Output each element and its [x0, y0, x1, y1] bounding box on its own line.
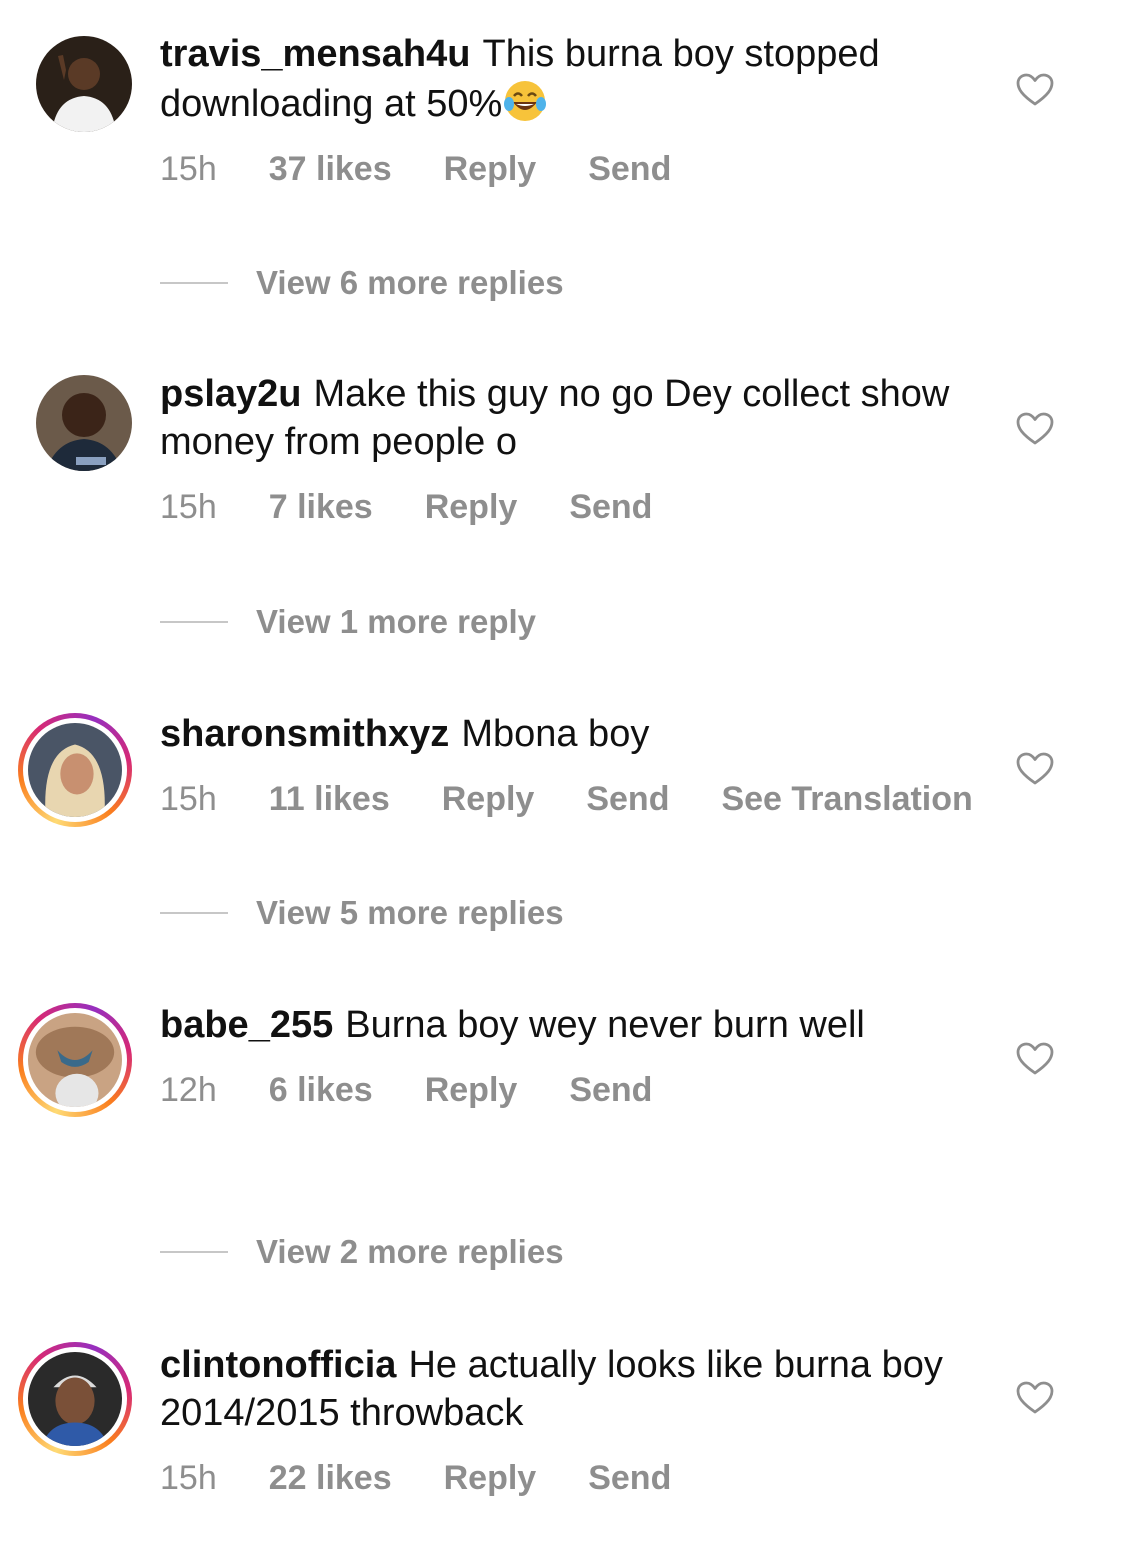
comment-meta: 12h 6 likes Reply Send [160, 1071, 990, 1110]
avatar-image-sharon [28, 723, 122, 817]
like-heart-icon[interactable] [1016, 1381, 1054, 1415]
likes-count[interactable]: 7 likes [269, 488, 373, 527]
view-replies-button[interactable]: View 5 more replies [160, 894, 564, 932]
send-button[interactable]: Send [588, 1459, 671, 1498]
view-replies-button[interactable]: View 1 more reply [160, 603, 536, 641]
laughing-tears-emoji-icon [504, 81, 547, 121]
comment-meta: 15h 37 likes Reply Send [160, 150, 990, 189]
comment-time: 15h [160, 150, 217, 188]
reply-button[interactable]: Reply [442, 780, 535, 819]
view-replies-label[interactable]: View 2 more replies [256, 1233, 564, 1271]
view-replies-button[interactable]: View 2 more replies [160, 1233, 564, 1271]
comment-username[interactable]: sharonsmithxyz [160, 713, 449, 755]
send-button[interactable]: Send [569, 1071, 652, 1110]
view-replies-label[interactable]: View 6 more replies [256, 264, 564, 302]
avatar-story-ring[interactable] [18, 713, 132, 827]
replies-divider [160, 1251, 228, 1253]
comment-time: 15h [160, 780, 217, 818]
see-translation-button[interactable]: See Translation [721, 780, 972, 819]
avatar-image-babe [28, 1013, 122, 1107]
likes-count[interactable]: 11 likes [269, 780, 390, 819]
reply-button[interactable]: Reply [425, 488, 518, 527]
comment-time: 15h [160, 488, 217, 526]
comment-username[interactable]: pslay2u [160, 373, 302, 415]
avatar-story-ring[interactable] [18, 1342, 132, 1456]
view-replies-label[interactable]: View 5 more replies [256, 894, 564, 932]
avatar-image-clinton [28, 1352, 122, 1446]
likes-count[interactable]: 37 likes [269, 150, 392, 189]
replies-divider [160, 912, 228, 914]
avatar-image-travis [36, 36, 132, 132]
avatar-story-ring[interactable] [18, 1003, 132, 1117]
like-heart-icon[interactable] [1016, 412, 1054, 446]
comment-meta: 15h 11 likes Reply Send See Translation [160, 780, 990, 819]
send-button[interactable]: Send [588, 150, 671, 189]
like-heart-icon[interactable] [1016, 752, 1054, 786]
reply-button[interactable]: Reply [425, 1071, 518, 1110]
likes-count[interactable]: 6 likes [269, 1071, 373, 1110]
like-heart-icon[interactable] [1016, 73, 1054, 107]
comment-body-text: Mbona boy [461, 713, 650, 755]
comment-meta: 15h 7 likes Reply Send [160, 488, 990, 527]
comment-time: 15h [160, 1459, 217, 1497]
comment-username[interactable]: babe_255 [160, 1004, 333, 1046]
avatar-image-pslay [36, 375, 132, 471]
reply-button[interactable]: Reply [444, 1459, 537, 1498]
comment-text: pslay2u Make this guy no go Dey collect s… [160, 370, 990, 466]
comment-text: travis_mensah4u This burna boy stopped do… [160, 30, 990, 128]
view-replies-button[interactable]: View 6 more replies [160, 264, 564, 302]
view-replies-label[interactable]: View 1 more reply [256, 603, 536, 641]
reply-button[interactable]: Reply [444, 150, 537, 189]
replies-divider [160, 621, 228, 623]
comment-text: clintonofficia He actually looks like bur… [160, 1341, 990, 1437]
likes-count[interactable]: 22 likes [269, 1459, 392, 1498]
send-button[interactable]: Send [586, 780, 669, 819]
comment-text: sharonsmithxyz Mbona boy [160, 710, 990, 758]
comment-body-text: Burna boy wey never burn well [345, 1004, 865, 1046]
comment-username[interactable]: clintonofficia [160, 1344, 396, 1386]
comment-meta: 15h 22 likes Reply Send [160, 1459, 990, 1498]
like-heart-icon[interactable] [1016, 1042, 1054, 1076]
avatar[interactable] [36, 36, 132, 132]
send-button[interactable]: Send [569, 488, 652, 527]
replies-divider [160, 282, 228, 284]
avatar[interactable] [36, 375, 132, 471]
comment-username[interactable]: travis_mensah4u [160, 33, 471, 75]
comment-time: 12h [160, 1071, 217, 1109]
comment-text: babe_255 Burna boy wey never burn well [160, 1001, 990, 1049]
